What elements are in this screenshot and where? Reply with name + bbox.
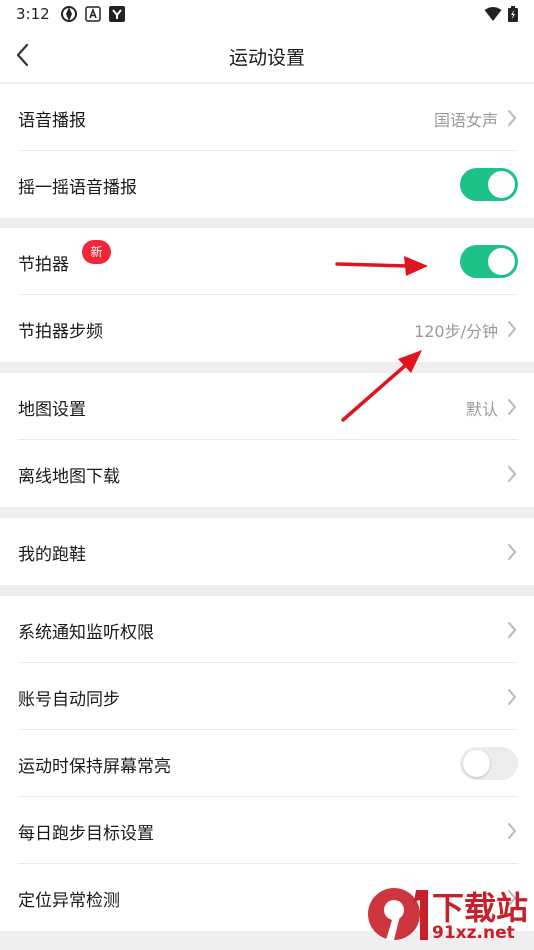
row-value: 国语女声 [433,111,498,130]
logo-mark [368,888,428,940]
chevron-right-icon [508,622,517,638]
keep-screen-on-toggle[interactable] [460,747,518,780]
shake-voice-toggle[interactable] [460,168,518,201]
status-time: 3:12 [16,5,50,23]
watermark-text-bottom: 91xz.net [432,923,515,943]
row-voice-broadcast[interactable]: 语音播报 国语女声 [0,84,534,151]
row-map-settings[interactable]: 地图设置 默认 [0,373,534,440]
chevron-right-icon [508,823,517,839]
row-notification-permission[interactable]: 系统通知监听权限 [0,596,534,663]
row-label: 节拍器步频 [18,322,103,342]
row-label: 系统通知监听权限 [18,623,154,643]
row-metronome-cadence[interactable]: 节拍器步频 120步/分钟 [0,295,534,362]
a-icon [85,6,101,22]
row-label: 地图设置 [18,400,86,420]
row-account-sync[interactable]: 账号自动同步 [0,663,534,730]
chevron-right-icon [508,399,517,415]
settings-group-metronome: 节拍器 新 节拍器步频 120步/分钟 [0,228,534,362]
chevron-right-icon [508,466,517,482]
new-badge: 新 [82,240,111,264]
toggle-knob [488,171,515,198]
toggle-knob [463,750,490,777]
row-daily-goal[interactable]: 每日跑步目标设置 [0,797,534,864]
battery-icon [508,6,518,22]
chevron-right-icon [508,110,517,126]
row-label: 我的跑鞋 [18,545,86,565]
row-metronome: 节拍器 新 [0,228,534,295]
settings-group-voice: 语音播报 国语女声 摇一摇语音播报 [0,84,534,218]
toggle-knob [488,248,515,275]
metronome-toggle[interactable] [460,245,518,278]
nav-bar: 运动设置 [0,28,534,82]
row-label: 节拍器 [18,255,69,275]
chevron-right-icon [508,689,517,705]
sync-icon [61,6,77,22]
chevron-right-icon [508,321,517,337]
page-title: 运动设置 [228,47,305,69]
row-keep-screen-on: 运动时保持屏幕常亮 [0,730,534,797]
app-icon [109,6,125,22]
row-label: 离线地图下载 [18,467,120,487]
settings-group-shoes: 我的跑鞋 [0,518,534,585]
row-label: 运动时保持屏幕常亮 [18,757,171,777]
status-bar: 3:12 [0,0,534,28]
row-shake-voice: 摇一摇语音播报 [0,151,534,218]
settings-group-map: 地图设置 默认 离线地图下载 [0,373,534,507]
chevron-right-icon [508,544,517,560]
row-offline-map[interactable]: 离线地图下载 [0,440,534,507]
row-my-shoes[interactable]: 我的跑鞋 [0,518,534,585]
row-label: 每日跑步目标设置 [18,824,154,844]
row-value: 120步/分钟 [414,322,498,341]
wifi-icon [484,7,502,21]
row-label: 摇一摇语音播报 [18,178,137,198]
row-value: 默认 [465,400,498,419]
row-label: 语音播报 [18,111,86,131]
row-label: 定位异常检测 [18,891,120,911]
row-label: 账号自动同步 [18,690,120,710]
